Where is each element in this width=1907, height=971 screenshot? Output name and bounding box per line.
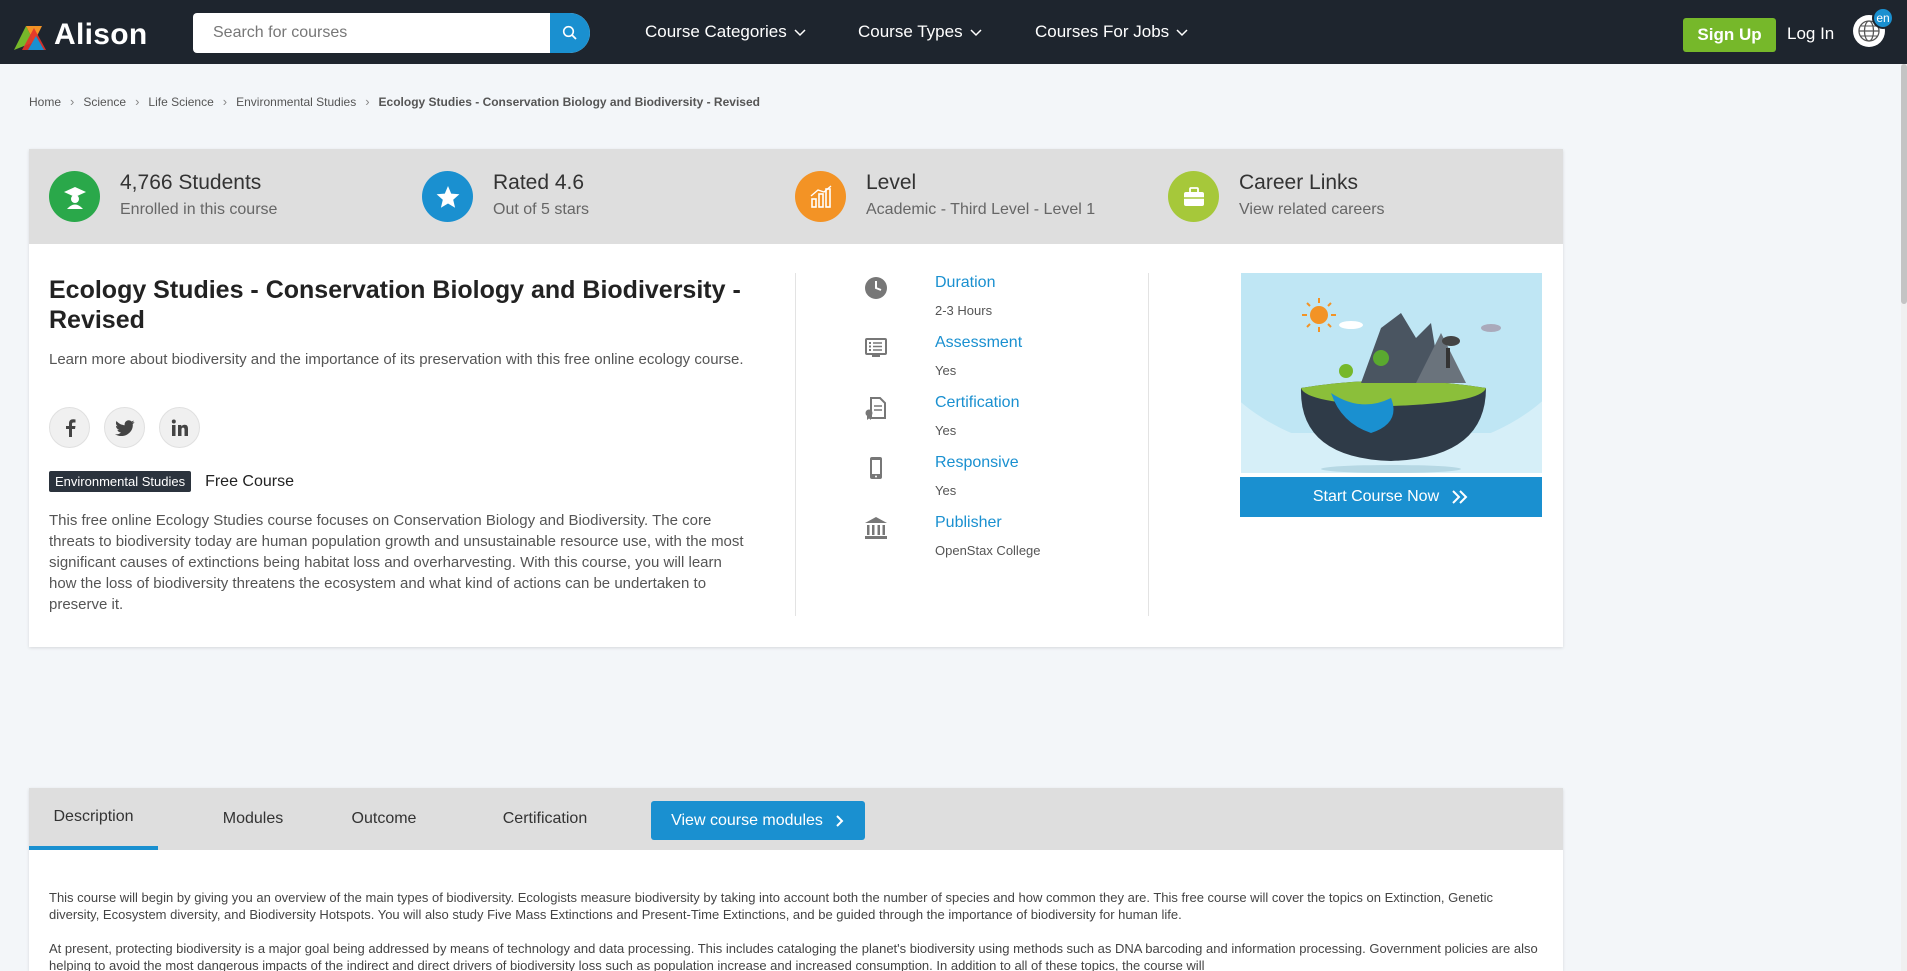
search-icon — [562, 25, 577, 40]
stat-subtitle: Out of 5 stars — [493, 201, 590, 218]
linkedin-share-button[interactable] — [159, 407, 200, 448]
meta-value: 2-3 Hours — [935, 303, 993, 318]
tab-certification[interactable]: Certification — [475, 788, 615, 850]
course-hero-image — [1241, 273, 1542, 473]
tab-bar: Description Modules Outcome Certificatio… — [29, 788, 1563, 850]
briefcase-icon — [1168, 171, 1219, 222]
facebook-share-button[interactable] — [49, 407, 90, 448]
sign-up-button[interactable]: Sign Up — [1683, 18, 1776, 52]
chevron-right-icon: › — [222, 94, 228, 109]
breadcrumb-current: Ecology Studies - Conservation Biology a… — [378, 94, 760, 109]
description-paragraph: At present, protecting biodiversity is a… — [49, 941, 1538, 971]
start-course-label: Start Course Now — [1312, 488, 1440, 505]
start-course-button[interactable]: Start Course Now — [1240, 477, 1542, 517]
search-bar — [193, 13, 590, 53]
course-description: This free online Ecology Studies course … — [49, 512, 744, 613]
breadcrumb-science[interactable]: Science — [83, 95, 126, 109]
stats-bar: 4,766 Students Enrolled in this course R… — [29, 149, 1563, 244]
nav-course-categories[interactable]: Course Categories — [645, 22, 807, 42]
tab-modules[interactable]: Modules — [206, 788, 300, 850]
stat-title: Rated 4.6 — [493, 171, 585, 194]
meta-label: Duration — [935, 274, 996, 291]
divider — [795, 273, 796, 616]
stat-career-links[interactable]: Career Links View related careers — [1168, 171, 1385, 222]
stat-title: Career Links — [1239, 171, 1359, 194]
stat-subtitle: Enrolled in this course — [120, 201, 278, 218]
alison-logo-icon — [14, 26, 46, 50]
mobile-icon — [864, 456, 888, 480]
certificate-icon — [864, 396, 888, 420]
tab-description[interactable]: Description — [29, 788, 158, 850]
meta-value: OpenStax College — [935, 543, 1041, 558]
chevron-right-icon: › — [135, 94, 140, 109]
stat-rating: Rated 4.6 Out of 5 stars — [422, 171, 589, 222]
alison-logo[interactable]: Alison — [14, 18, 147, 52]
clock-icon — [864, 276, 888, 300]
description-paragraph: This course will begin by giving you an … — [49, 890, 1493, 922]
nav-label: Course Categories — [645, 22, 787, 41]
course-card: 4,766 Students Enrolled in this course R… — [29, 149, 1563, 647]
chevron-down-icon — [1176, 29, 1188, 37]
meta-label: Responsive — [935, 454, 1019, 471]
top-navbar: Alison Course Categories Course Types Co… — [0, 0, 1907, 64]
meta-label: Certification — [935, 394, 1020, 411]
student-icon — [49, 171, 100, 222]
scrollbar-thumb[interactable] — [1901, 64, 1907, 304]
course-details-section: Description Modules Outcome Certificatio… — [29, 788, 1563, 971]
double-chevron-right-icon — [1452, 490, 1468, 504]
stat-subtitle: Academic - Third Level - Level 1 — [866, 201, 1096, 218]
course-summary: Learn more about biodiversity and the im… — [49, 351, 744, 368]
assessment-icon — [864, 336, 888, 360]
course-tags: Environmental Studies Free Course — [49, 471, 294, 492]
divider — [1148, 273, 1149, 616]
nav-label: Course Types — [858, 22, 963, 41]
category-tag[interactable]: Environmental Studies — [49, 471, 192, 492]
view-modules-label: View course modules — [671, 811, 823, 829]
nav-course-types[interactable]: Course Types — [858, 22, 983, 42]
brand-name: Alison — [54, 18, 148, 51]
meta-label[interactable]: Publisher — [935, 514, 1002, 532]
search-input[interactable] — [193, 13, 543, 53]
chevron-right-icon — [836, 814, 844, 827]
meta-value: Yes — [935, 483, 957, 498]
stat-level: Level Academic - Third Level - Level 1 — [795, 171, 1095, 222]
meta-label: Assessment — [935, 334, 1023, 351]
ecology-illustration — [1241, 273, 1542, 473]
star-icon — [422, 171, 473, 222]
breadcrumb-environmental-studies[interactable]: Environmental Studies — [236, 95, 356, 109]
chevron-down-icon — [794, 29, 806, 37]
page-scrollbar[interactable] — [1901, 64, 1907, 971]
nav-courses-for-jobs[interactable]: Courses For Jobs — [1035, 22, 1189, 42]
tab-outcome[interactable]: Outcome — [329, 788, 439, 850]
social-share — [49, 407, 200, 448]
breadcrumb-home[interactable]: Home — [29, 95, 61, 109]
stat-title: 4,766 Students — [120, 171, 262, 194]
chevron-down-icon — [970, 29, 982, 37]
chevron-right-icon: › — [365, 94, 370, 109]
facebook-icon — [65, 418, 75, 437]
meta-value: Yes — [935, 423, 957, 438]
log-in-link[interactable]: Log In — [1787, 24, 1834, 44]
nav-label: Courses For Jobs — [1035, 22, 1170, 41]
twitter-share-button[interactable] — [104, 407, 145, 448]
stat-title: Level — [866, 171, 917, 194]
breadcrumb: Home › Science › Life Science › Environm… — [29, 94, 760, 109]
linkedin-icon — [171, 419, 188, 436]
chevron-right-icon: › — [70, 94, 75, 109]
stat-students: 4,766 Students Enrolled in this course — [49, 171, 277, 222]
institution-icon — [864, 516, 888, 540]
breadcrumb-life-science[interactable]: Life Science — [148, 95, 213, 109]
twitter-icon — [114, 419, 134, 436]
price-label: Free Course — [205, 472, 294, 490]
view-course-modules-button[interactable]: View course modules — [651, 801, 865, 840]
course-title: Ecology Studies - Conservation Biology a… — [49, 276, 741, 334]
level-chart-icon — [795, 171, 846, 222]
stat-subtitle: View related careers — [1239, 201, 1385, 218]
language-badge: en — [1872, 7, 1894, 29]
search-button[interactable] — [550, 13, 590, 53]
meta-value: Yes — [935, 363, 957, 378]
